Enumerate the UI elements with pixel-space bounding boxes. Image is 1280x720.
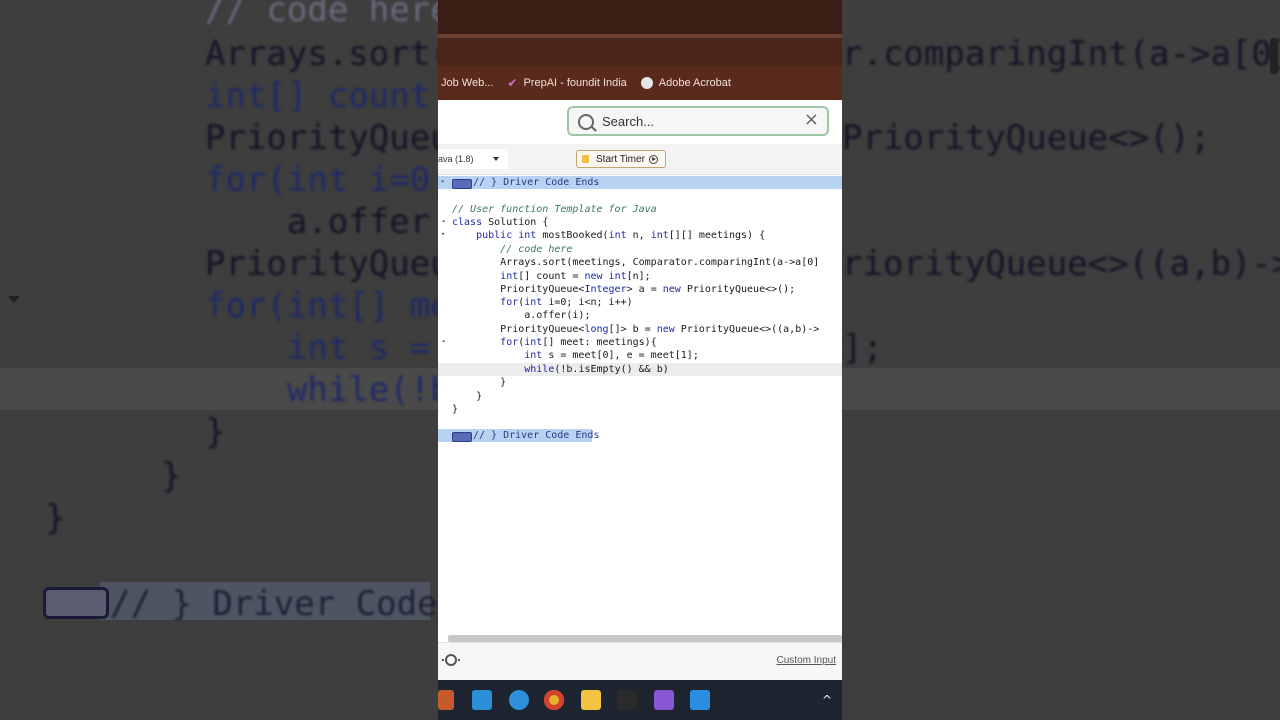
background-code-line: } <box>45 498 66 538</box>
background-fold-arrow <box>8 296 20 303</box>
collapsed-pill[interactable] <box>452 432 472 442</box>
bookmark-label: Job Web... <box>441 77 494 89</box>
driver-end-bottom: // } Driver Code Ends <box>473 430 600 441</box>
close-icon[interactable]: × <box>804 111 819 129</box>
timer-label: Start Timer <box>596 153 645 165</box>
edge-icon[interactable] <box>509 690 529 710</box>
background-code-line: PriorityQueu <box>205 118 451 158</box>
fold-arrow-icon[interactable]: ◂ <box>441 217 445 225</box>
background-right-line: ]; <box>842 328 883 368</box>
editor-footer: Custom Input <box>438 642 842 681</box>
search-area: Search... × <box>438 100 842 144</box>
search-placeholder: Search... <box>602 114 655 129</box>
fold-arrow-icon[interactable]: ▸ <box>441 177 445 185</box>
background-code-line: a.offer <box>205 202 431 242</box>
bookmarks-bar: Job Web... ✔ PrepAI - foundit India Adob… <box>438 66 842 100</box>
acrobat-icon <box>640 77 653 89</box>
code-line: PriorityQueue<long[]> b = new PriorityQu… <box>452 324 820 335</box>
code-line: } <box>452 391 483 402</box>
code-line: a.offer(i); <box>452 310 591 321</box>
editor-toolbar: ava (1.8) Start Timer <box>438 144 842 175</box>
code-line: } <box>452 377 507 388</box>
mail-icon[interactable] <box>472 690 492 710</box>
code-line: int s = meet[0], e = meet[1]; <box>524 350 699 361</box>
driver-end-top: // } Driver Code Ends <box>473 177 600 188</box>
background-right-line: PriorityQueue<>(); <box>842 118 1211 158</box>
search-input[interactable]: Search... × <box>567 106 829 136</box>
language-label: ava (1.8) <box>438 154 474 164</box>
folder-icon[interactable] <box>581 690 601 710</box>
background-code-line: } <box>120 456 182 496</box>
terminal-icon[interactable] <box>617 690 637 710</box>
bookmark-adobe-acrobat[interactable]: Adobe Acrobat <box>640 77 731 89</box>
browser-address-bar[interactable] <box>438 38 842 66</box>
horizontal-scrollbar[interactable] <box>448 635 842 642</box>
background-code-line: for(int[] mee <box>205 286 472 326</box>
background-code-line: PriorityQueu <box>205 244 451 284</box>
background-collapsed-pill <box>43 587 109 619</box>
code-line: PriorityQueue<Integer> a = new PriorityQ… <box>452 284 796 295</box>
chevron-up-icon[interactable]: ^ <box>822 693 832 707</box>
code-line: for(int i=0; i<n; i++) <box>500 297 633 308</box>
start-icon[interactable] <box>438 690 454 710</box>
background-code-line: // code here <box>205 0 451 30</box>
bookmark-label: PrepAI - foundit India <box>523 77 627 89</box>
code-line: int[] count = new int[n]; <box>500 271 651 282</box>
start-timer-button[interactable]: Start Timer <box>576 150 666 168</box>
background-code-line: int s = <box>205 328 431 368</box>
background-code-line: Arrays.sort( <box>205 34 451 74</box>
timer-icon <box>582 155 589 163</box>
code-line: Arrays.sort(meetings, Comparator.compari… <box>452 257 820 268</box>
chrome-icon[interactable] <box>544 690 564 710</box>
code-line: public int mostBooked(int n, int[][] mee… <box>476 230 766 241</box>
bookmark-job-web[interactable]: Job Web... <box>441 77 493 89</box>
code-line: class Solution { <box>452 217 549 228</box>
background-scrollbar <box>1270 38 1278 74</box>
lightbulb-icon[interactable] <box>442 654 460 666</box>
background-right-line: riorityQueue<>((a,b)-> <box>842 244 1280 284</box>
fold-arrow-icon[interactable]: ◂ <box>441 337 445 345</box>
browser-titlebar <box>438 0 842 34</box>
check-icon: ✔ <box>507 76 518 90</box>
custom-input-link[interactable]: Custom Input <box>777 655 836 666</box>
bookmark-prepai[interactable]: ✔ PrepAI - foundit India <box>507 76 626 90</box>
collapsed-pill[interactable] <box>452 179 472 189</box>
bookmark-label: Adobe Acrobat <box>658 77 731 89</box>
chevron-down-icon <box>493 157 499 161</box>
code-line-active[interactable]: while(!b.isEmpty() && b) <box>452 363 669 376</box>
language-select[interactable]: ava (1.8) <box>438 149 508 169</box>
fold-arrow-icon[interactable]: ▾ <box>441 230 445 238</box>
background-code-line: for(int i=0; <box>205 160 451 200</box>
background-code-line: while(!b <box>205 370 451 410</box>
background-driver-text: // } Driver Code <box>110 584 438 624</box>
screen-frame: Job Web... ✔ PrepAI - foundit India Adob… <box>438 0 842 720</box>
code-line: // code here <box>452 244 573 255</box>
code-line: } <box>452 404 459 415</box>
background-code-line: } <box>205 412 226 452</box>
play-icon <box>648 154 658 164</box>
code-line: for(int[] meet: meetings){ <box>500 337 657 348</box>
screen-icon[interactable] <box>690 690 710 710</box>
taskbar: ^ <box>438 680 842 720</box>
code-comment: // User function Template for Java <box>452 204 657 215</box>
background-right-line: r.comparingInt(a->a[0] <box>842 34 1280 74</box>
media-icon[interactable] <box>654 690 674 710</box>
search-icon <box>578 114 594 130</box>
background-code-line: int[] count <box>205 76 431 116</box>
code-editor[interactable]: ▸ // } Driver Code Ends // User function… <box>438 175 842 635</box>
